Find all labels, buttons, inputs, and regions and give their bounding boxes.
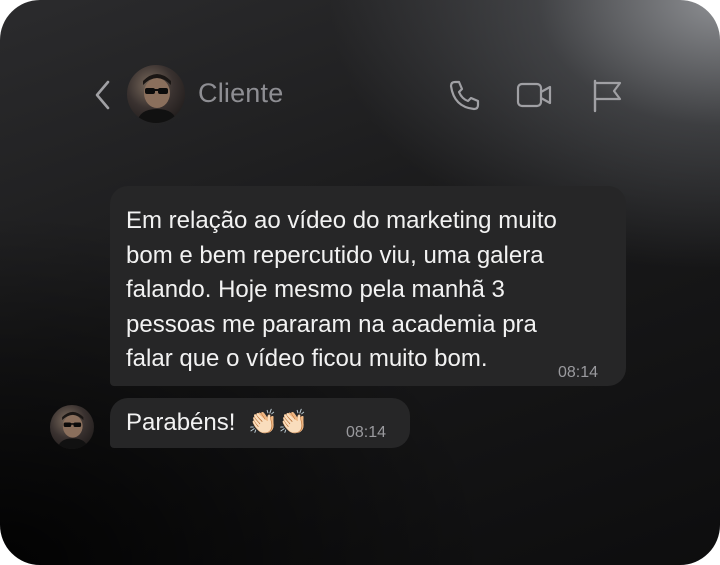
avatar-photo (57, 411, 88, 449)
sender-avatar[interactable] (50, 405, 94, 449)
contact-avatar[interactable] (127, 65, 185, 123)
avatar-photo (137, 74, 177, 123)
report-button[interactable] (590, 77, 626, 113)
call-button[interactable] (446, 77, 482, 113)
message-time: 08:14 (558, 364, 599, 381)
back-button[interactable] (92, 78, 116, 112)
video-camera-icon (516, 82, 552, 108)
message-text: Em relação ao vídeo do marketing muito b… (126, 207, 557, 372)
message-time: 08:14 (346, 424, 387, 441)
clapping-hands-emoji: 👏🏻👏🏻 (248, 409, 308, 436)
message-text-content: Parabéns! (126, 409, 236, 436)
chat-screen: Cliente Em relação ao vídeo do marketing… (0, 0, 720, 565)
chevron-left-icon (95, 80, 110, 110)
message-text: Parabéns! 👏🏻👏🏻 (126, 406, 308, 441)
message-bubble[interactable]: Parabéns! 👏🏻👏🏻 08:14 (110, 398, 410, 448)
contact-name[interactable]: Cliente (198, 78, 283, 109)
flag-icon (593, 79, 622, 113)
message-bubble[interactable]: Em relação ao vídeo do marketing muito b… (110, 186, 626, 386)
phone-icon (449, 80, 480, 111)
chat-header: Cliente (0, 60, 720, 130)
video-call-button[interactable] (515, 77, 552, 113)
